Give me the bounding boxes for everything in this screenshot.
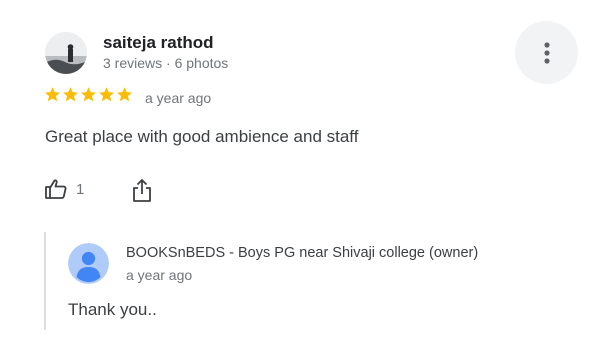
share-button[interactable]: [131, 177, 153, 208]
star-icon: [117, 87, 132, 102]
star-icon: [81, 87, 96, 102]
more-options-button[interactable]: [515, 21, 578, 84]
more-vert-icon: [543, 41, 550, 64]
owner-avatar: [68, 243, 109, 284]
reply-divider: [44, 232, 46, 330]
reviewer-avatar[interactable]: [45, 32, 87, 74]
owner-name: BOOKSnBEDS - Boys PG near Shivaji colleg…: [126, 245, 479, 261]
star-icon: [63, 87, 78, 102]
profile-photo-icon: [45, 32, 87, 74]
reply-time: a year ago: [126, 267, 193, 283]
reply-text: Thank you..: [68, 300, 157, 319]
thumb-up-icon: [45, 179, 67, 199]
review-time: a year ago: [145, 90, 212, 106]
star-rating: [44, 86, 133, 106]
review-text: Great place with good ambience and staff: [45, 127, 359, 146]
default-avatar-icon: [68, 243, 109, 284]
reviewer-stats: 3 reviews · 6 photos: [103, 55, 229, 71]
reviewer-name[interactable]: saiteja rathod: [103, 33, 214, 53]
like-count: 1: [76, 180, 85, 198]
share-icon: [133, 179, 151, 202]
star-icon: [45, 87, 60, 102]
star-icon: [99, 87, 114, 102]
like-button[interactable]: 1: [44, 178, 84, 200]
